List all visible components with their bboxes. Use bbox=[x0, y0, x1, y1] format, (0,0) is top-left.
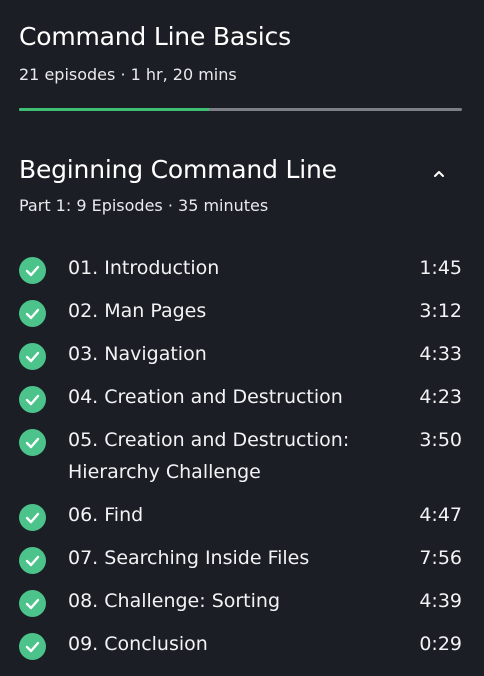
check-circle-icon bbox=[19, 504, 46, 531]
episode-duration: 4:23 bbox=[419, 386, 462, 408]
episode-duration: 4:47 bbox=[419, 504, 462, 526]
episode-title: 03. Navigation bbox=[68, 343, 207, 365]
episode-title: 01. Introduction bbox=[68, 257, 220, 279]
episode-title: 06. Find bbox=[68, 504, 144, 526]
check-circle-icon bbox=[19, 547, 46, 574]
section-header-toggle[interactable]: Beginning Command Line Part 1: 9 Episode… bbox=[0, 150, 484, 230]
episode-duration: 0:29 bbox=[419, 633, 462, 655]
section-meta: Part 1: 9 Episodes · 35 minutes bbox=[19, 196, 269, 215]
chevron-up-icon[interactable] bbox=[430, 165, 448, 183]
course-progress-bar bbox=[19, 108, 462, 111]
check-circle-icon bbox=[19, 343, 46, 370]
episode-title: 07. Searching Inside Files bbox=[68, 547, 310, 569]
check-circle-icon bbox=[19, 386, 46, 413]
episode-title: 08. Challenge: Sorting bbox=[68, 590, 281, 612]
episode-duration: 7:56 bbox=[419, 547, 462, 569]
section-title: Beginning Command Line bbox=[19, 155, 337, 184]
episode-title: 02. Man Pages bbox=[68, 300, 207, 322]
check-circle-icon bbox=[19, 590, 46, 617]
episode-duration: 1:45 bbox=[419, 257, 462, 279]
check-circle-icon bbox=[19, 300, 46, 327]
course-title: Command Line Basics bbox=[19, 22, 291, 51]
check-circle-icon bbox=[19, 257, 46, 284]
episode-title: 09. Conclusion bbox=[68, 633, 208, 655]
course-panel: Command Line Basics 21 episodes · 1 hr, … bbox=[0, 0, 484, 676]
episode-duration: 4:39 bbox=[419, 590, 462, 612]
episode-title: 05. Creation and Destruction: Hierarchy … bbox=[68, 429, 350, 483]
episode-duration: 4:33 bbox=[419, 343, 462, 365]
course-progress-fill bbox=[19, 108, 210, 111]
check-circle-icon bbox=[19, 633, 46, 660]
episode-title: 04. Creation and Destruction bbox=[68, 386, 343, 408]
episode-duration: 3:50 bbox=[419, 429, 462, 451]
check-circle-icon bbox=[19, 429, 46, 456]
episode-duration: 3:12 bbox=[419, 300, 462, 322]
course-meta: 21 episodes · 1 hr, 20 mins bbox=[19, 65, 237, 84]
